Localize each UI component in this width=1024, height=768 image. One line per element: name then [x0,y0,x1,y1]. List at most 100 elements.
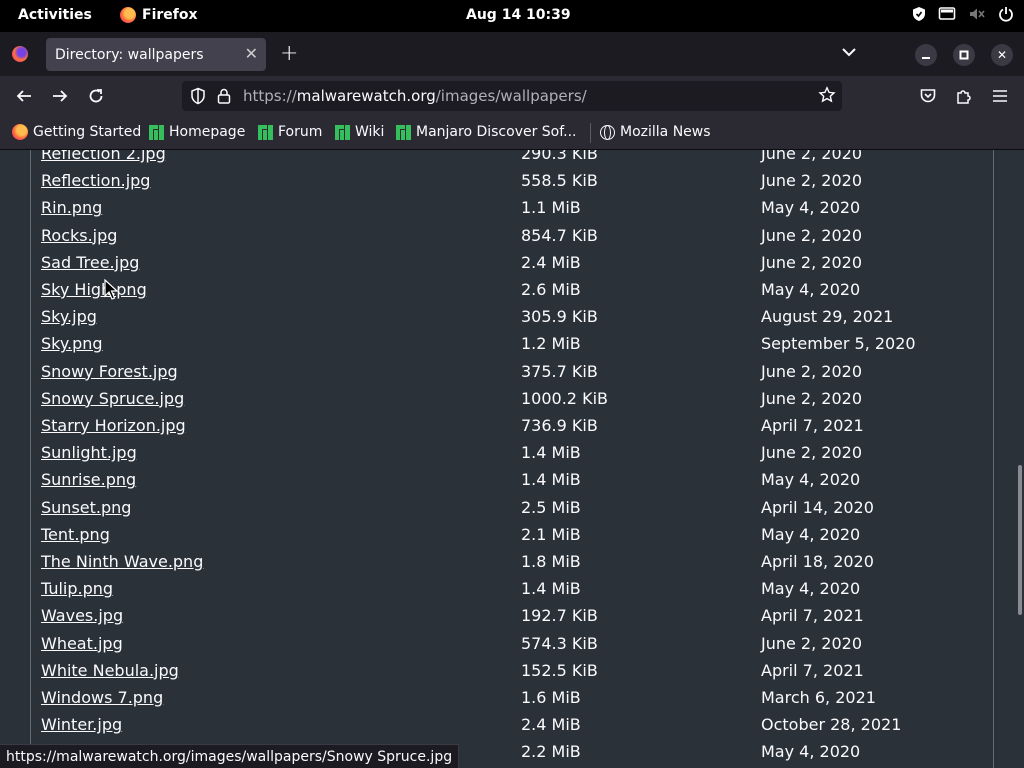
manjaro-icon [258,124,273,140]
file-link[interactable]: Windows 7.png [41,688,163,707]
file-link[interactable]: Sunset.png [41,498,131,517]
file-link[interactable]: Wheat.jpg [41,634,123,653]
file-link[interactable]: The Ninth Wave.png [41,552,203,571]
file-size: 1.6 MiB [521,688,581,707]
close-window-button[interactable]: ✕ [991,44,1013,66]
file-link[interactable]: Snowy Spruce.jpg [41,389,184,408]
bookmark-label: Wiki [355,124,385,140]
file-link[interactable]: Sky.jpg [41,307,97,326]
url-host: malwarewatch.org [296,87,436,105]
file-size: 558.5 KiB [521,171,598,191]
pocket-icon [920,89,936,103]
lock-icon[interactable] [216,87,232,105]
extensions-button[interactable] [954,86,974,106]
file-link[interactable]: Winter.jpg [41,715,122,734]
file-size: 854.7 KiB [521,225,598,245]
minimize-button[interactable] [915,44,937,66]
close-tab-icon[interactable]: ✕ [245,44,258,63]
pocket-button[interactable] [918,86,938,106]
maximize-button[interactable] [953,44,975,66]
table-row: Sunset.png 2.5 MiB April 14, 2020 [31,498,995,525]
reload-button[interactable] [86,86,106,106]
bookmark-manjaro-discover[interactable]: Manjaro Discover Sof... [396,124,577,140]
bookmark-getting-started[interactable]: Getting Started [12,124,141,140]
file-size: 736.9 KiB [521,416,598,435]
shield-icon[interactable] [912,6,926,22]
file-size: 290.3 KiB [521,150,598,163]
table-row: Sky.png 1.2 MiB September 5, 2020 [31,334,995,361]
file-date: September 5, 2020 [761,334,916,354]
table-row: Rin.png 1.1 MiB May 4, 2020 [31,198,995,225]
page-content[interactable]: Reflection 2.jpg 290.3 KiB June 2, 2020 Ref… [0,150,1024,768]
file-link[interactable]: Sad Tree.jpg [41,253,139,272]
app-menu[interactable]: Firefox [120,7,198,23]
table-row: Snowy Spruce.jpg 1000.2 KiB June 2, 2020 [31,389,995,416]
file-link[interactable]: Rin.png [41,198,102,217]
file-link[interactable]: Reflection.jpg [41,171,150,190]
file-link[interactable]: Waves.jpg [41,606,123,625]
file-link[interactable]: Tent.png [41,525,110,544]
file-size: 1.1 MiB [521,198,581,218]
bookmark-separator [590,123,591,143]
bookmark-wiki[interactable]: Wiki [335,124,384,140]
tab-directory-wallpapers[interactable]: Directory: wallpapers ✕ [46,38,266,71]
table-row: White Nebula.jpg 152.5 KiB April 7, 2021 [31,661,995,688]
activities-button[interactable]: Activities [18,7,92,23]
file-size: 2.2 MiB [521,742,581,762]
forward-button[interactable] [50,86,70,106]
file-link[interactable]: Rocks.jpg [41,226,117,245]
file-link[interactable]: Snowy Forest.jpg [41,362,178,381]
file-size: 1.8 MiB [521,552,581,571]
file-size: 1.4 MiB [521,470,581,490]
navigation-toolbar: https://malwarewatch.org/images/wallpape… [0,76,1024,116]
app-menu-button[interactable] [990,86,1010,106]
power-icon[interactable] [998,6,1014,22]
muted-speaker-icon[interactable] [968,6,986,22]
chevron-down-icon[interactable] [840,43,858,61]
file-link[interactable]: Sky.png [41,334,103,353]
puzzle-icon [957,90,971,104]
file-size: 1.4 MiB [521,443,581,463]
tab-strip: Directory: wallpapers ✕ + ✕ [0,32,1024,76]
url-text[interactable]: https://malwarewatch.org/images/wallpape… [243,87,587,105]
bookmark-mozilla-news[interactable]: Mozilla News [600,124,711,140]
table-row: Waves.jpg 192.7 KiB April 7, 2021 [31,606,995,633]
page-scrollbar[interactable] [1018,465,1022,615]
back-button[interactable] [14,86,34,106]
bookmark-homepage[interactable]: Homepage [149,124,245,140]
globe-icon [600,124,615,140]
clock[interactable]: Aug 14 10:39 [466,7,571,23]
firefox-view-icon[interactable] [12,46,28,62]
hamburger-menu-icon [993,90,1007,102]
screen-icon[interactable] [938,6,956,22]
bookmark-star-icon[interactable] [818,86,836,104]
bookmark-forum[interactable]: Forum [258,124,322,140]
file-link[interactable]: Starry Horizon.jpg [41,416,186,435]
table-row: Reflection 2.jpg 290.3 KiB June 2, 2020 [31,150,995,171]
file-size: 1.4 MiB [521,579,581,599]
firefox-icon [12,124,28,140]
file-size: 1000.2 KiB [521,388,608,408]
file-link[interactable]: Sunrise.png [41,470,136,489]
bookmark-label: Homepage [169,124,246,140]
system-tray[interactable] [912,6,1014,22]
file-link[interactable]: Tulip.png [41,579,113,598]
file-link[interactable]: Reflection 2.jpg [41,150,166,163]
table-row: Reflection.jpg 558.5 KiB June 2, 2020 [31,171,995,198]
file-link[interactable]: Sunlight.jpg [41,443,137,462]
table-row: Snowy Forest.jpg 375.7 KiB June 2, 2020 [31,362,995,389]
table-row: Windows 7.png 1.6 MiB March 6, 2021 [31,688,995,715]
table-row: Sunlight.jpg 1.4 MiB June 2, 2020 [31,443,995,470]
file-date: June 2, 2020 [761,225,862,245]
system-top-bar: Activities Firefox Aug 14 10:39 [0,0,1024,32]
file-date: June 2, 2020 [761,252,862,272]
url-bar[interactable]: https://malwarewatch.org/images/wallpape… [182,81,842,111]
new-tab-button[interactable]: + [280,41,298,66]
table-row: Tulip.png 1.4 MiB May 4, 2020 [31,579,995,606]
file-link[interactable]: Sky High.png [41,280,147,299]
manjaro-icon [396,124,411,140]
file-size: 192.7 KiB [521,606,598,626]
file-link[interactable]: White Nebula.jpg [41,661,179,680]
tracking-shield-icon[interactable] [190,87,206,105]
link-status-tooltip: https://malwarewatch.org/images/wallpape… [0,744,460,768]
